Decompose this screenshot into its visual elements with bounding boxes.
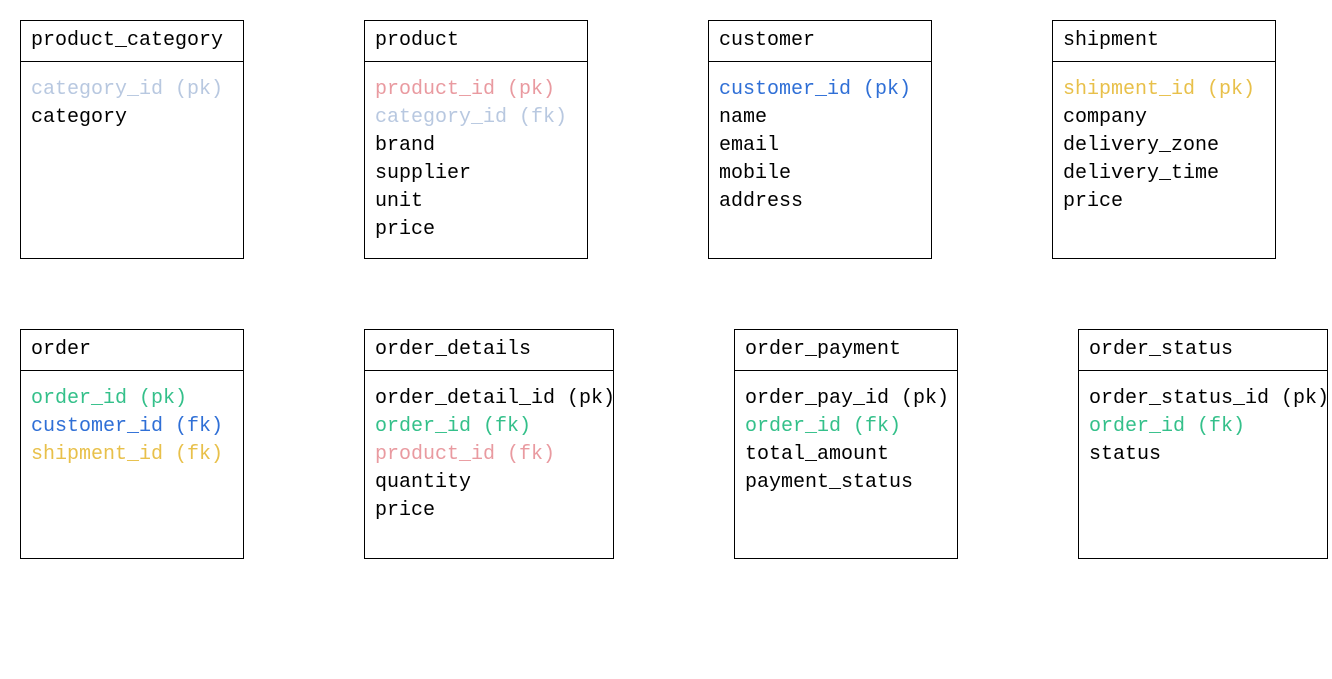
field: address [719,188,921,216]
field: order_pay_id (pk) [745,385,947,413]
table-order: order order_id (pk) customer_id (fk) shi… [20,329,244,559]
field: status [1089,441,1317,469]
field: order_status_id (pk) [1089,385,1317,413]
table-shipment: shipment shipment_id (pk) company delive… [1052,20,1276,259]
field: category_id (fk) [375,104,577,132]
table-body: customer_id (pk) name email mobile addre… [709,62,931,258]
field: order_detail_id (pk) [375,385,603,413]
field: supplier [375,160,577,188]
row-1: product_category category_id (pk) catego… [20,20,1332,259]
field: order_id (fk) [375,413,603,441]
field: price [1063,188,1265,216]
table-header: order_status [1079,330,1327,371]
field: price [375,497,603,525]
field: product_id (fk) [375,441,603,469]
field: customer_id (pk) [719,76,921,104]
field: order_id (pk) [31,385,233,413]
field: brand [375,132,577,160]
table-body: shipment_id (pk) company delivery_zone d… [1053,62,1275,258]
table-header: product_category [21,21,243,62]
table-order-details: order_details order_detail_id (pk) order… [364,329,614,559]
field: email [719,132,921,160]
table-body: category_id (pk) category [21,62,243,258]
table-body: order_status_id (pk) order_id (fk) statu… [1079,371,1327,558]
field: price [375,216,577,244]
table-header: order_payment [735,330,957,371]
field: total_amount [745,441,947,469]
er-diagram-canvas: product_category category_id (pk) catego… [20,20,1332,659]
field: order_id (fk) [1089,413,1317,441]
table-product: product product_id (pk) category_id (fk)… [364,20,588,259]
field: shipment_id (fk) [31,441,233,469]
field: delivery_time [1063,160,1265,188]
table-header: order_details [365,330,613,371]
table-body: order_pay_id (pk) order_id (fk) total_am… [735,371,957,558]
field: quantity [375,469,603,497]
field: product_id (pk) [375,76,577,104]
field: customer_id (fk) [31,413,233,441]
field: order_id (fk) [745,413,947,441]
table-order-status: order_status order_status_id (pk) order_… [1078,329,1328,559]
table-customer: customer customer_id (pk) name email mob… [708,20,932,259]
row-2: order order_id (pk) customer_id (fk) shi… [20,329,1332,559]
field: company [1063,104,1265,132]
field: delivery_zone [1063,132,1265,160]
field: category_id (pk) [31,76,233,104]
table-order-payment: order_payment order_pay_id (pk) order_id… [734,329,958,559]
table-body: product_id (pk) category_id (fk) brand s… [365,62,587,258]
table-header: product [365,21,587,62]
field: category [31,104,233,132]
table-product-category: product_category category_id (pk) catego… [20,20,244,259]
table-header: customer [709,21,931,62]
field: payment_status [745,469,947,497]
field: mobile [719,160,921,188]
table-header: order [21,330,243,371]
field: name [719,104,921,132]
field: unit [375,188,577,216]
table-header: shipment [1053,21,1275,62]
table-body: order_id (pk) customer_id (fk) shipment_… [21,371,243,558]
table-body: order_detail_id (pk) order_id (fk) produ… [365,371,613,558]
field: shipment_id (pk) [1063,76,1265,104]
